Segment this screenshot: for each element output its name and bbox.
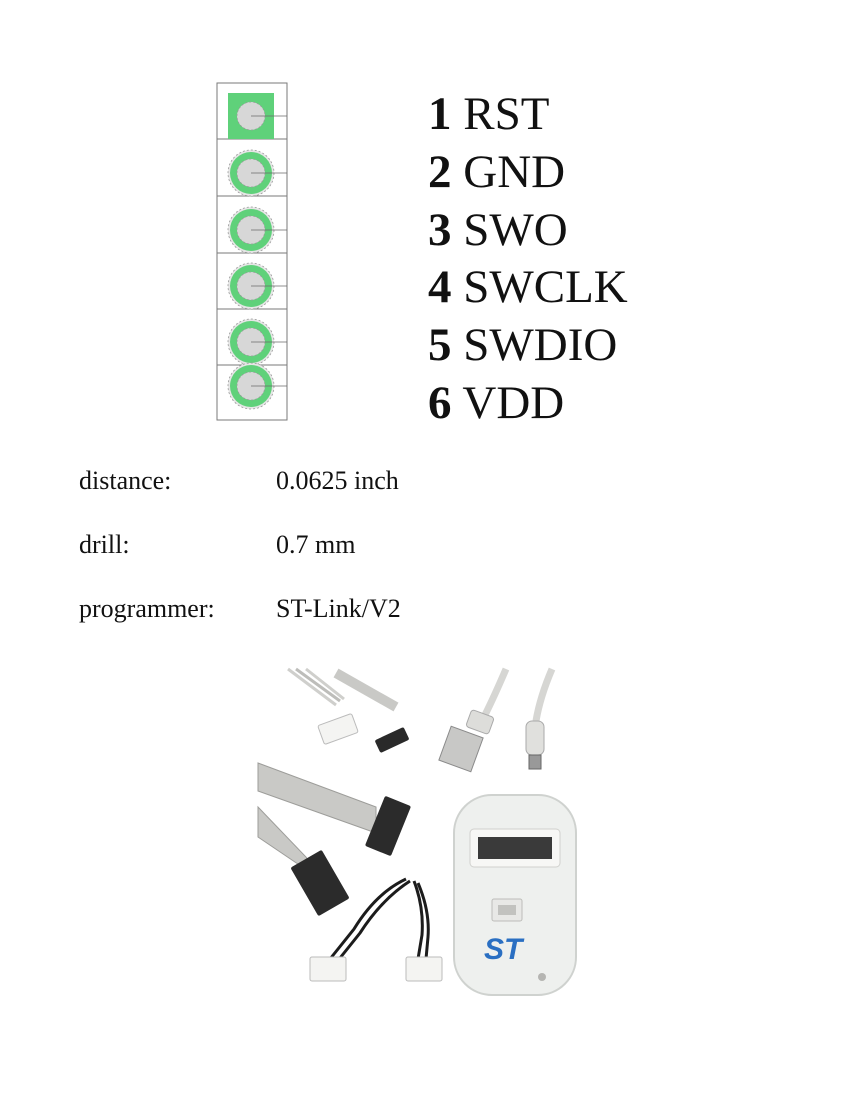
mini-usb-cable xyxy=(525,667,556,770)
st-link-photo: ST xyxy=(257,667,577,996)
cable-4pin-top xyxy=(287,667,409,753)
pin-number: 5 xyxy=(428,319,452,372)
pin-number: 2 xyxy=(428,145,452,198)
pin-name: SWO xyxy=(463,203,568,256)
spec-programmer: programmer: ST-Link/V2 xyxy=(79,594,401,624)
pin-name: SWDIO xyxy=(463,319,618,372)
spec-label: drill: xyxy=(79,530,130,559)
programmer-body: ST xyxy=(453,794,577,996)
st-logo: ST xyxy=(484,933,525,966)
pin-name: SWCLK xyxy=(463,261,628,314)
ribbon-cable xyxy=(257,762,411,916)
usb-a-cable xyxy=(438,667,510,773)
pin-row-5: 5 SWDIO xyxy=(428,317,628,375)
pin-number: 3 xyxy=(428,203,452,256)
pin-list: 1 RST 2 GND 3 SWO 4 SWCLK 5 SWDIO 6 VDD xyxy=(428,86,628,433)
pin-name: GND xyxy=(463,145,566,198)
pin-row-4: 4 SWCLK xyxy=(428,259,628,317)
header-footprint xyxy=(216,82,288,421)
spec-label: distance: xyxy=(79,466,172,495)
pin-number: 1 xyxy=(428,88,452,140)
spec-value: 0.7 mm xyxy=(276,530,356,559)
spec-value: ST-Link/V2 xyxy=(276,594,401,623)
spec-label: programmer: xyxy=(79,594,215,623)
pin-name: RST xyxy=(463,88,550,140)
pin-row-3: 3 SWO xyxy=(428,202,628,260)
pin-number: 6 xyxy=(428,376,452,429)
pin-row-2: 2 GND xyxy=(428,144,628,202)
spec-value: 0.0625 inch xyxy=(276,466,399,495)
spec-distance: distance: 0.0625 inch xyxy=(79,466,399,496)
pin-name: VDD xyxy=(462,376,565,429)
pin-row-1: 1 RST xyxy=(428,86,628,144)
pin-number: 4 xyxy=(428,261,452,314)
pin-row-6: 6 VDD xyxy=(428,375,628,433)
spec-drill: drill: 0.7 mm xyxy=(79,530,355,560)
